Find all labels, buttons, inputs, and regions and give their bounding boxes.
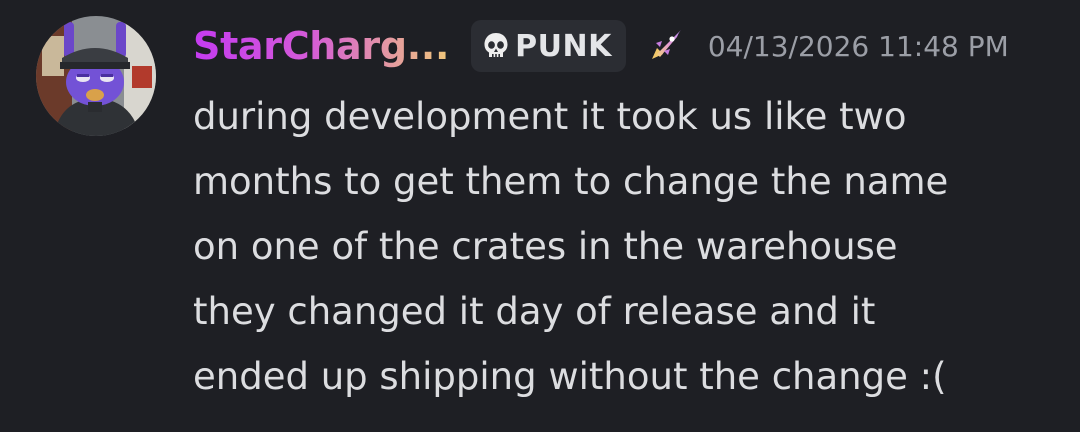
message-line: on one of the crates in the warehouse [193, 225, 898, 268]
message-line: during development it took us like two [193, 95, 907, 138]
skull-icon [483, 32, 509, 60]
avatar[interactable] [36, 16, 156, 136]
message-line: months to get them to change the name [193, 160, 949, 203]
message-header: StarCharg... PUNK 04/13/2026 11:48 PM [193, 18, 1009, 74]
rocket-icon[interactable] [646, 27, 684, 65]
message-content: during development it took us like two m… [193, 84, 1063, 409]
guild-tag-badge[interactable]: PUNK [471, 20, 626, 72]
author-name[interactable]: StarCharg... [193, 24, 449, 68]
message-line: ended up shipping without the change :( [193, 355, 947, 398]
guild-tag-label: PUNK [515, 28, 612, 64]
avatar-purple-character-icon [36, 16, 156, 136]
chat-message: StarCharg... PUNK 04/13/2026 11:48 PM du… [0, 0, 1080, 432]
message-timestamp: 04/13/2026 11:48 PM [707, 29, 1009, 63]
message-line: they changed it day of release and it [193, 290, 876, 333]
